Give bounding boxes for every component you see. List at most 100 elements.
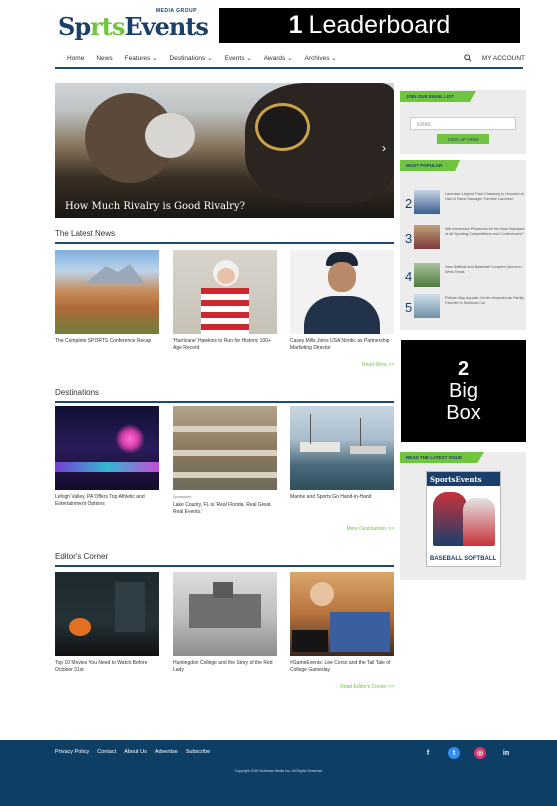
big-box-ad[interactable]: 2 Big Box [401, 340, 526, 442]
social-links: f t ◎ in [422, 747, 512, 759]
news-thumbnail[interactable] [55, 250, 159, 334]
issue-figure [433, 492, 467, 546]
destination-card[interactable]: Lehigh Valley, PA Offers Top Athletic an… [55, 406, 159, 508]
section-divider [55, 401, 394, 403]
popular-thumbnail[interactable] [414, 225, 440, 249]
destination-card[interactable]: Marine and Sports Go Hand-in-Hand [290, 406, 394, 501]
destination-thumbnail[interactable] [55, 406, 159, 490]
popular-thumbnail[interactable] [414, 294, 440, 318]
nav-archives[interactable]: Archives ⌄ [305, 54, 337, 62]
most-popular-item[interactable]: 3 Will Immersive Pleasures be the New St… [405, 225, 525, 251]
section-divider [55, 242, 394, 244]
copyright-text: Copyright 2020 Northstar Media Inc. All … [234, 769, 323, 773]
most-popular-heading: MOST POPULAR [400, 160, 460, 171]
popular-headline[interactable]: New Softball and Baseball Complex Opens … [445, 265, 525, 275]
latest-issue-heading: READ THE LATEST ISSUE [400, 452, 484, 463]
footer-link-subscribe[interactable]: Subscribe [186, 749, 210, 755]
most-popular-item[interactable]: 4 New Softball and Baseball Complex Open… [405, 263, 523, 289]
footer-link-advertise[interactable]: Advertise [155, 749, 178, 755]
nav-events[interactable]: Events ⌄ [225, 54, 252, 62]
section-title-latest-news: The Latest News [55, 229, 116, 238]
rank-number: 3 [405, 231, 413, 246]
news-thumbnail[interactable] [290, 250, 394, 334]
news-thumbnail[interactable] [173, 250, 277, 334]
search-icon[interactable] [464, 54, 472, 62]
big-box-number: 2 [457, 358, 470, 380]
logo-wordmark: SprtsEvents [58, 12, 209, 41]
footer-link-contact[interactable]: Contact [97, 749, 116, 755]
destination-caption[interactable]: Lehigh Valley, PA Offers Top Athletic an… [55, 494, 159, 508]
most-popular-item[interactable]: 5 Pelican Bay Aquatic Center Awarded as … [405, 294, 525, 320]
site-logo[interactable]: MEDIA GROUP SprtsEvents [58, 8, 209, 42]
popular-headline[interactable]: Will Immersive Pleasures be the New Stan… [445, 227, 525, 237]
popular-thumbnail[interactable] [414, 263, 440, 287]
leaderboard-text: Leaderboard [308, 11, 451, 39]
nav-features[interactable]: Features ⌄ [125, 54, 158, 62]
rank-number: 2 [405, 196, 413, 211]
editor-caption[interactable]: Huntingdon College and the Story of the … [173, 660, 277, 674]
email-input[interactable]: EMAIL [410, 117, 516, 130]
section-divider [55, 565, 394, 567]
destination-thumbnail[interactable] [173, 406, 277, 490]
rank-number: 5 [405, 300, 413, 315]
news-card[interactable]: Casey Mills Joins USA Nordic as Partners… [290, 250, 394, 352]
sign-up-button[interactable]: SIGN UP NOW [437, 134, 489, 144]
issue-logo: SportsEvents [427, 472, 500, 486]
twitter-icon[interactable]: t [448, 747, 460, 759]
hero-feature[interactable]: › How Much Rivalry is Good Rivalry? [55, 83, 394, 218]
footer-links: Privacy Policy Contact About Us Advertis… [55, 749, 210, 755]
editor-card[interactable]: Huntingdon College and the Story of the … [173, 572, 277, 674]
editor-thumbnail[interactable] [55, 572, 159, 656]
nav-awards[interactable]: Awards ⌄ [264, 54, 293, 62]
nav-home[interactable]: Home [67, 55, 84, 62]
news-caption[interactable]: 'Hurricane' Hawkins to Run for Historic … [173, 338, 277, 352]
leaderboard-number: 1 [288, 11, 303, 39]
more-destinations-link[interactable]: More Destinations >> [274, 526, 394, 532]
editor-card[interactable]: Top 10 Movies You Need to Watch Before O… [55, 572, 159, 674]
nav-destinations[interactable]: Destinations ⌄ [170, 54, 213, 62]
facebook-icon[interactable]: f [422, 747, 434, 759]
nav-news[interactable]: News [96, 55, 112, 62]
destination-caption[interactable]: Lake County, FL is 'Real Florida. Real G… [173, 502, 277, 516]
main-nav: Home News Features ⌄ Destinations ⌄ Even… [55, 49, 525, 67]
section-title-destinations: Destinations [55, 388, 100, 397]
read-editors-corner-link[interactable]: Read Editor's Corner >> [274, 684, 394, 690]
issue-figure [463, 498, 495, 546]
helmet-shape [145, 113, 195, 158]
my-account-link[interactable]: MY ACCOUNT [482, 55, 525, 62]
destination-caption[interactable]: Marine and Sports Go Hand-in-Hand [290, 494, 394, 501]
news-caption[interactable]: The Complete SPORTS Conference Recap [55, 338, 159, 345]
linkedin-icon[interactable]: in [500, 747, 512, 759]
helmet-shape [255, 103, 310, 151]
leaderboard-ad[interactable]: 1 Leaderboard [219, 8, 520, 43]
carousel-next-icon[interactable]: › [382, 141, 386, 155]
news-card[interactable]: 'Hurricane' Hawkins to Run for Historic … [173, 250, 277, 352]
popular-thumbnail[interactable] [414, 190, 440, 214]
email-list-heading: JOIN OUR EMAIL LIST [400, 91, 476, 102]
editor-thumbnail[interactable] [290, 572, 394, 656]
editor-caption[interactable]: #GameEvents: Lee Corso and the Tail Tale… [290, 660, 394, 674]
footer-link-about[interactable]: About Us [124, 749, 147, 755]
read-more-link[interactable]: Read More >> [274, 362, 394, 368]
footer-link-privacy[interactable]: Privacy Policy [55, 749, 89, 755]
news-card[interactable]: The Complete SPORTS Conference Recap [55, 250, 159, 345]
big-box-line2: Box [446, 402, 481, 424]
nav-right: MY ACCOUNT [464, 54, 525, 62]
rank-number: 4 [405, 269, 413, 284]
nav-divider [55, 67, 523, 69]
popular-headline[interactable]: Pelican Bay Aquatic Center Awarded as Fa… [445, 296, 525, 306]
editor-caption[interactable]: Top 10 Movies You Need to Watch Before O… [55, 660, 159, 674]
sponsored-kicker: Sponsored [173, 495, 192, 499]
editor-card[interactable]: #GameEvents: Lee Corso and the Tail Tale… [290, 572, 394, 674]
hero-caption[interactable]: How Much Rivalry is Good Rivalry? [65, 201, 245, 212]
issue-headline: BASEBALL SOFTBALL [430, 556, 497, 562]
editor-thumbnail[interactable] [173, 572, 277, 656]
latest-issue-cover[interactable]: SportsEvents BASEBALL SOFTBALL [426, 471, 501, 567]
instagram-icon[interactable]: ◎ [474, 747, 486, 759]
most-popular-item[interactable]: 2 Lacrosse Legend Pam Chastney is Honore… [405, 190, 525, 216]
news-caption[interactable]: Casey Mills Joins USA Nordic as Partners… [290, 338, 394, 352]
section-title-editors-corner: Editor's Corner [55, 552, 109, 561]
popular-headline[interactable]: Lacrosse Legend Pam Chastney is Honored … [445, 192, 525, 202]
destination-card[interactable]: Sponsored Lake County, FL is 'Real Flori… [173, 406, 277, 516]
destination-thumbnail[interactable] [290, 406, 394, 490]
